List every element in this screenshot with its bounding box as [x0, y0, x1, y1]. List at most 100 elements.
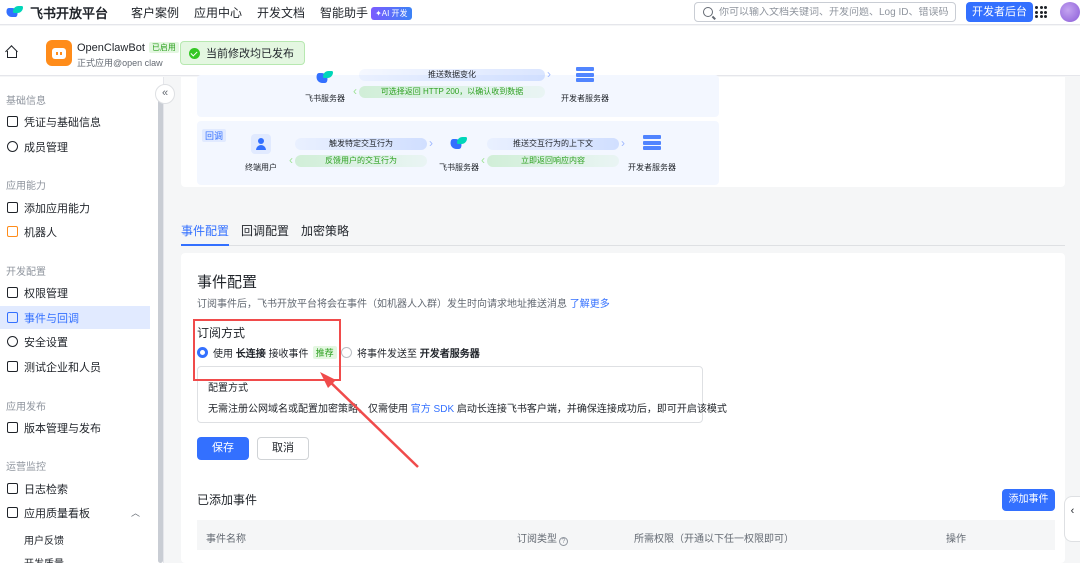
save-button[interactable]: 保存: [197, 437, 249, 460]
tab-event-config[interactable]: 事件配置: [181, 222, 230, 246]
brand-name: 飞书开放平台: [30, 5, 109, 21]
node-lark-server: 飞书服务器: [439, 163, 479, 172]
add-event-button[interactable]: 添加事件: [1002, 489, 1055, 511]
sidebar-item-members[interactable]: 成员管理: [0, 135, 150, 158]
sidebar-item-label: 日志检索: [24, 483, 68, 496]
user-avatar[interactable]: [1060, 2, 1080, 22]
col-subscription-type-label: 订阅类型: [517, 534, 557, 545]
callback-tag: 回调: [202, 129, 227, 142]
config-method-desc: 无需注册公网域名或配置加密策略，仅需使用 官方 SDK 启动长连接飞书客户端，并…: [208, 400, 727, 415]
log-icon: [7, 483, 18, 494]
sidebar-section-ops: 运营监控: [6, 462, 46, 473]
sidebar-subitem-dev-quality[interactable]: 开发质量: [24, 555, 64, 563]
app-name[interactable]: OpenClawBot 已启用: [77, 42, 179, 54]
nav-app-center[interactable]: 应用中心: [194, 4, 242, 21]
event-config-card: 事件配置 订阅事件后，飞书开放平台将会在事件（如机器人入群）发生时向请求地址推送…: [181, 253, 1065, 563]
sidebar-item-security[interactable]: 安全设置: [0, 330, 150, 353]
permission-icon: [7, 287, 18, 298]
official-sdk-link[interactable]: 官方 SDK: [411, 404, 454, 415]
config-method-title: 配置方式: [208, 383, 248, 394]
home-icon[interactable]: [5, 46, 17, 58]
event-icon: [7, 312, 18, 323]
option-dev-server[interactable]: 将事件发送至 开发者服务器: [341, 345, 480, 360]
chevron-up-icon[interactable]: ︿: [131, 506, 140, 519]
nav-customer-cases[interactable]: 客户案例: [131, 4, 179, 21]
sidebar-item-label: 权限管理: [24, 287, 68, 300]
sidebar-item-credentials[interactable]: 凭证与基础信息: [0, 110, 150, 133]
node-dev-server: 开发者服务器: [628, 163, 676, 172]
dashboard-icon: [7, 507, 18, 518]
nav-ai-assistant-label: 智能助手: [320, 5, 369, 20]
learn-more-link[interactable]: 了解更多: [570, 299, 610, 310]
sidebar-section-release: 应用发布: [6, 402, 46, 413]
annotation-highlight-box: [193, 319, 341, 381]
help-icon[interactable]: ?: [559, 537, 568, 546]
sidebar-item-test-tenants[interactable]: 测试企业和人员: [0, 355, 150, 378]
col-subscription-type: 订阅类型?: [517, 530, 568, 546]
grid-plus-icon: [7, 202, 18, 213]
person-icon: [7, 141, 18, 152]
shield-icon: [7, 336, 18, 347]
sidebar-item-quality-dashboard[interactable]: 应用质量看板 ︿: [0, 501, 150, 524]
sidebar-item-permissions[interactable]: 权限管理: [0, 281, 150, 304]
nav-dev-docs[interactable]: 开发文档: [257, 4, 305, 21]
node-end-user: 终端用户: [245, 163, 277, 172]
sidebar-item-bot[interactable]: 机器人: [0, 220, 150, 243]
sidebar-section-dev-config: 开发配置: [6, 267, 46, 278]
robot-icon: [7, 226, 18, 237]
tab-encryption[interactable]: 加密策略: [301, 222, 349, 246]
arrow-return-200: 可选择返回 HTTP 200，以确认收到数据: [353, 85, 545, 98]
search-input[interactable]: [719, 6, 949, 18]
credential-icon: [7, 116, 18, 127]
section-description: 订阅事件后，飞书开放平台将会在事件（如机器人入群）发生时向请求地址推送消息 了解…: [197, 295, 610, 310]
tab-callback-config[interactable]: 回调配置: [241, 222, 289, 246]
node-dev-server: 开发者服务器: [561, 94, 609, 103]
option2-bold: 开发者服务器: [419, 349, 480, 360]
section-title: 事件配置: [197, 274, 258, 291]
arrow-feedback-interaction: 反馈用户的交互行为: [289, 154, 427, 167]
lark-logo-icon: [449, 135, 469, 151]
ai-badge: ✦AI 开发: [371, 6, 412, 20]
sidebar-item-label: 机器人: [24, 226, 57, 239]
sidebar-item-label: 成员管理: [24, 141, 68, 154]
sidebar-item-events-callbacks[interactable]: 事件与回调: [0, 306, 150, 329]
collapse-sidebar-icon[interactable]: «: [155, 84, 175, 104]
search-box[interactable]: [694, 2, 956, 22]
sidebar-item-add-capability[interactable]: 添加应用能力: [0, 196, 150, 219]
publish-status-notice: 当前修改均已发布: [180, 41, 305, 65]
radio-dev-server[interactable]: [341, 347, 352, 358]
sidebar-item-log-search[interactable]: 日志检索: [0, 477, 150, 500]
brand-logo[interactable]: 飞书开放平台: [6, 3, 116, 22]
method-desc-pre: 无需注册公网域名或配置加密策略，仅需使用: [208, 404, 408, 415]
cancel-button[interactable]: 取消: [257, 437, 309, 460]
arrow-return-response: 立即返回响应内容: [481, 154, 619, 167]
developer-console-button[interactable]: 开发者后台: [966, 2, 1033, 22]
sidebar-item-label: 应用质量看板: [24, 507, 90, 520]
col-event-name: 事件名称: [206, 534, 246, 545]
sidebar-section-basic: 基础信息: [6, 96, 46, 107]
sidebar-subitem-feedback[interactable]: 用户反馈: [24, 532, 64, 547]
events-table-header: 事件名称 订阅类型? 所需权限（开通以下任一权限即可） 操作: [197, 520, 1055, 550]
option2-prefix: 将事件发送至: [357, 349, 417, 360]
config-tabs: 事件配置 回调配置 加密策略: [181, 213, 1065, 246]
event-flow-diagram: 飞书服务器 推送数据变化 可选择返回 HTTP 200，以确认收到数据 开发者服…: [197, 67, 719, 117]
sidebar-item-versions[interactable]: 版本管理与发布: [0, 416, 150, 439]
check-circle-icon: [189, 47, 200, 59]
sidebar-item-label: 事件与回调: [24, 312, 79, 325]
app-name-label: OpenClawBot: [77, 42, 145, 54]
apps-grid-icon[interactable]: [1035, 6, 1047, 18]
nav-ai-assistant[interactable]: 智能助手 ✦AI 开发: [320, 4, 412, 21]
sidebar-item-label: 安全设置: [24, 336, 68, 349]
test-icon: [7, 361, 18, 372]
arrow-push-context: 推送交互行为的上下文: [487, 137, 625, 150]
node-lark-server: 飞书服务器: [305, 94, 345, 103]
sidebar-item-label: 版本管理与发布: [24, 422, 101, 435]
search-icon: [703, 7, 713, 17]
user-icon: [251, 134, 271, 154]
floating-expand-tab[interactable]: ‹: [1064, 496, 1080, 542]
app-avatar: [46, 40, 72, 66]
description-text: 订阅事件后，飞书开放平台将会在事件（如机器人入群）发生时向请求地址推送消息: [197, 299, 567, 310]
col-actions: 操作: [946, 534, 966, 545]
sidebar-item-label: 凭证与基础信息: [24, 116, 101, 129]
sidebar-scrollbar[interactable]: [158, 87, 163, 563]
